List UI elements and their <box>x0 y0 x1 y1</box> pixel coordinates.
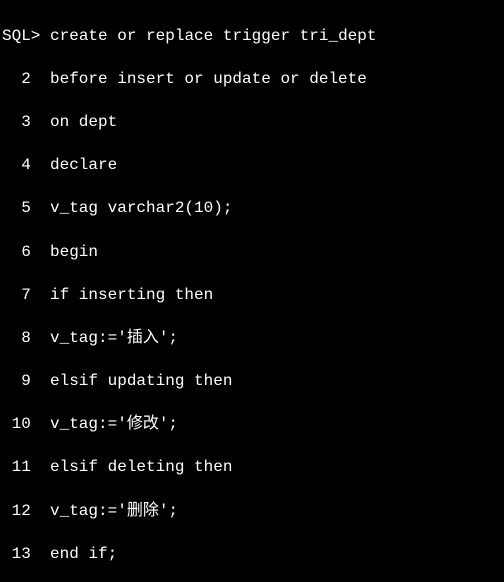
code-line-2: 2 before insert or update or delete <box>2 69 502 91</box>
code-line-9: 9 elsif updating then <box>2 371 502 393</box>
line-number: 13 <box>2 544 31 566</box>
code-line-10: 10 v_tag:='修改'; <box>2 414 502 436</box>
line-number: 11 <box>2 457 31 479</box>
code-text: on dept <box>50 113 117 131</box>
code-text: begin <box>50 243 98 261</box>
code-line-8: 8 v_tag:='插入'; <box>2 328 502 350</box>
code-line-4: 4 declare <box>2 155 502 177</box>
code-line-12: 12 v_tag:='删除'; <box>2 501 502 523</box>
code-line-13: 13 end if; <box>2 544 502 566</box>
code-text: declare <box>50 156 117 174</box>
line-number: 3 <box>2 112 31 134</box>
code-text: v_tag varchar2(10); <box>50 199 232 217</box>
code-text: elsif updating then <box>50 372 232 390</box>
code-text: if inserting then <box>50 286 213 304</box>
code-line-1: SQL> create or replace trigger tri_dept <box>2 26 502 48</box>
line-number: 7 <box>2 285 31 307</box>
code-line-6: 6 begin <box>2 242 502 264</box>
line-number: 6 <box>2 242 31 264</box>
code-line-5: 5 v_tag varchar2(10); <box>2 198 502 220</box>
code-text: create or replace trigger tri_dept <box>50 27 376 45</box>
code-line-7: 7 if inserting then <box>2 285 502 307</box>
line-number: 5 <box>2 198 31 220</box>
line-number: 9 <box>2 371 31 393</box>
line-number: 4 <box>2 155 31 177</box>
code-line-3: 3 on dept <box>2 112 502 134</box>
code-text: end if; <box>50 545 117 563</box>
code-text: v_tag:='修改'; <box>50 415 178 433</box>
code-text: elsif deleting then <box>50 458 232 476</box>
code-line-11: 11 elsif deleting then <box>2 457 502 479</box>
code-text: before insert or update or delete <box>50 70 367 88</box>
sql-terminal[interactable]: SQL> create or replace trigger tri_dept … <box>0 0 504 582</box>
line-number: 8 <box>2 328 31 350</box>
code-text: v_tag:='插入'; <box>50 329 178 347</box>
sql-prompt: SQL> <box>2 27 40 45</box>
line-number: 2 <box>2 69 31 91</box>
line-number: 12 <box>2 501 31 523</box>
line-number: 10 <box>2 414 31 436</box>
code-text: v_tag:='删除'; <box>50 502 178 520</box>
